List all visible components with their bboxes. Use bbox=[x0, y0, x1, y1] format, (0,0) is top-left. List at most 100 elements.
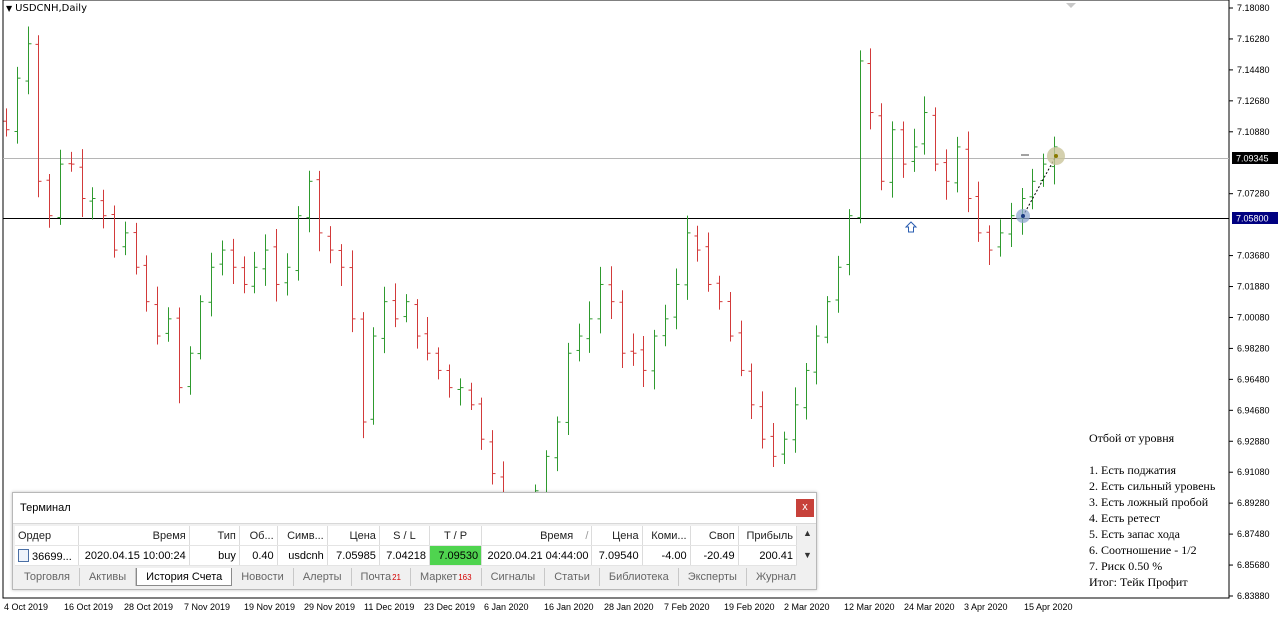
date-tick-label: 28 Jan 2020 bbox=[604, 602, 654, 612]
symbol-title: ▼ USDCNH,Daily bbox=[6, 3, 87, 14]
col-swap[interactable]: Своп bbox=[690, 526, 739, 546]
tab-label: Эксперты bbox=[687, 571, 737, 583]
tab-trade[interactable]: Торговля bbox=[15, 568, 80, 586]
ohlc-bar bbox=[111, 205, 118, 258]
tab-account-history[interactable]: История Счета bbox=[136, 568, 233, 586]
col-close-price[interactable]: Цена bbox=[591, 526, 643, 546]
col-commission[interactable]: Коми... bbox=[642, 526, 691, 546]
ohlc-bar bbox=[835, 255, 842, 313]
ohlc-bar bbox=[403, 294, 410, 323]
col-close-time-label: Время bbox=[540, 529, 574, 542]
scroll-down-icon[interactable]: ▼ bbox=[803, 550, 812, 560]
close-icon[interactable]: x bbox=[796, 499, 814, 517]
tab-articles[interactable]: Статьи bbox=[545, 568, 600, 586]
price-tick-label: 7.12680 bbox=[1237, 96, 1270, 106]
ohlc-bar bbox=[911, 128, 918, 172]
orders-table: Ордер Время Тип Об... Симв... Цена S / L… bbox=[15, 526, 798, 566]
ohlc-bar bbox=[14, 66, 21, 144]
ohlc-bar bbox=[738, 320, 745, 377]
dropdown-triangle-icon[interactable]: ▼ bbox=[6, 4, 12, 13]
date-tick-label: 15 Apr 2020 bbox=[1024, 602, 1073, 612]
tab-label: Статьи bbox=[554, 571, 590, 583]
cell-order-text: 36699... bbox=[32, 550, 72, 563]
ohlc-bar bbox=[900, 121, 907, 178]
ohlc-bar bbox=[3, 108, 10, 137]
ohlc-bar bbox=[143, 255, 150, 312]
tab-signals[interactable]: Сигналы bbox=[482, 568, 546, 586]
col-order[interactable]: Ордер bbox=[15, 526, 80, 546]
ohlc-bar bbox=[857, 50, 864, 224]
tab-label: История Счета bbox=[146, 571, 223, 583]
price-tick-label: 6.94680 bbox=[1237, 405, 1270, 415]
ohlc-bar bbox=[197, 295, 204, 360]
ohlc-bar bbox=[803, 363, 810, 420]
col-sl[interactable]: S / L bbox=[379, 526, 430, 546]
tab-news[interactable]: Новости bbox=[232, 568, 294, 586]
price-tick-label: 7.01880 bbox=[1237, 282, 1270, 292]
terminal-title: Терминал bbox=[20, 502, 71, 514]
col-open-price[interactable]: Цена bbox=[327, 526, 380, 546]
date-tick-label: 6 Jan 2020 bbox=[484, 602, 529, 612]
tab-assets[interactable]: Активы bbox=[80, 568, 137, 586]
date-axis: 4 Oct 2019 16 Oct 2019 28 Oct 2019 7 Nov 20… bbox=[4, 602, 1073, 612]
date-tick-label: 7 Nov 2019 bbox=[184, 602, 230, 612]
ohlc-bar bbox=[306, 170, 313, 233]
scroll-marker-icon[interactable] bbox=[1066, 3, 1076, 8]
price-tick-label: 7.10880 bbox=[1237, 127, 1270, 137]
ohlc-bar bbox=[435, 347, 442, 380]
col-symbol[interactable]: Симв... bbox=[277, 526, 328, 546]
ohlc-bar bbox=[392, 283, 399, 328]
tab-experts[interactable]: Эксперты bbox=[679, 568, 747, 586]
cell-order: 36699... bbox=[15, 545, 80, 566]
ohlc-bar bbox=[597, 266, 604, 334]
table-row[interactable]: 36699... 2020.04.15 10:00:24 buy 0.40 us… bbox=[15, 545, 798, 566]
ohlc-bar bbox=[230, 238, 237, 284]
col-open-time[interactable]: Время bbox=[78, 526, 190, 546]
tab-mailbox[interactable]: Почта21 bbox=[352, 568, 411, 586]
price-tick-label: 6.98280 bbox=[1237, 343, 1270, 353]
ohlc-bar bbox=[781, 431, 788, 465]
date-tick-label: 3 Apr 2020 bbox=[964, 602, 1008, 612]
notes-item: 3. Есть ложный пробой bbox=[1089, 495, 1209, 509]
sort-indicator-icon: / bbox=[585, 529, 589, 542]
notes-item: 4. Есть ретест bbox=[1089, 511, 1161, 525]
ohlc-bar bbox=[338, 244, 345, 287]
ohlc-bar bbox=[284, 253, 291, 296]
date-tick-label: 16 Oct 2019 bbox=[64, 602, 113, 612]
ohlc-bar bbox=[608, 266, 615, 319]
table-scrollbar[interactable]: ▲ ▼ bbox=[800, 526, 814, 566]
tab-library[interactable]: Библиотека bbox=[600, 568, 679, 586]
level-price-text: 7.05800 bbox=[1236, 214, 1269, 224]
ohlc-bar bbox=[921, 96, 928, 155]
ohlc-bar bbox=[295, 206, 302, 281]
symbol-label: USDCNH,Daily bbox=[15, 3, 87, 14]
col-tp[interactable]: T / P bbox=[429, 526, 483, 546]
date-tick-label: 24 Mar 2020 bbox=[904, 602, 955, 612]
ohlc-bar bbox=[219, 240, 226, 276]
price-tick-label: 6.85680 bbox=[1237, 560, 1270, 570]
col-type[interactable]: Тип bbox=[189, 526, 240, 546]
ohlc-bar bbox=[965, 131, 972, 213]
col-close-time[interactable]: Время / bbox=[481, 526, 593, 546]
price-tick-label: 6.96480 bbox=[1237, 374, 1270, 384]
ohlc-bar bbox=[727, 291, 734, 342]
ohlc-bars bbox=[3, 26, 1058, 544]
ohlc-bar bbox=[630, 333, 637, 366]
col-profit[interactable]: Прибыль bbox=[738, 526, 798, 546]
ohlc-bar bbox=[208, 252, 215, 317]
col-volume[interactable]: Об... bbox=[239, 526, 278, 546]
ohlc-bar bbox=[133, 222, 140, 275]
terminal-header: Терминал x bbox=[13, 493, 816, 524]
ohlc-bar bbox=[79, 149, 86, 217]
tab-market[interactable]: Маркет163 bbox=[411, 568, 482, 586]
ohlc-bar bbox=[846, 209, 853, 276]
ohlc-bar bbox=[997, 219, 1004, 257]
scroll-up-icon[interactable]: ▲ bbox=[803, 528, 812, 538]
cell-tp: 7.09530 bbox=[429, 545, 483, 566]
ohlc-bar bbox=[813, 325, 820, 385]
ohlc-bar bbox=[46, 174, 53, 228]
ohlc-bar bbox=[446, 364, 453, 398]
tab-alerts[interactable]: Алерты bbox=[294, 568, 352, 586]
ohlc-bar bbox=[565, 342, 572, 436]
tab-journal[interactable]: Журнал bbox=[747, 568, 805, 586]
